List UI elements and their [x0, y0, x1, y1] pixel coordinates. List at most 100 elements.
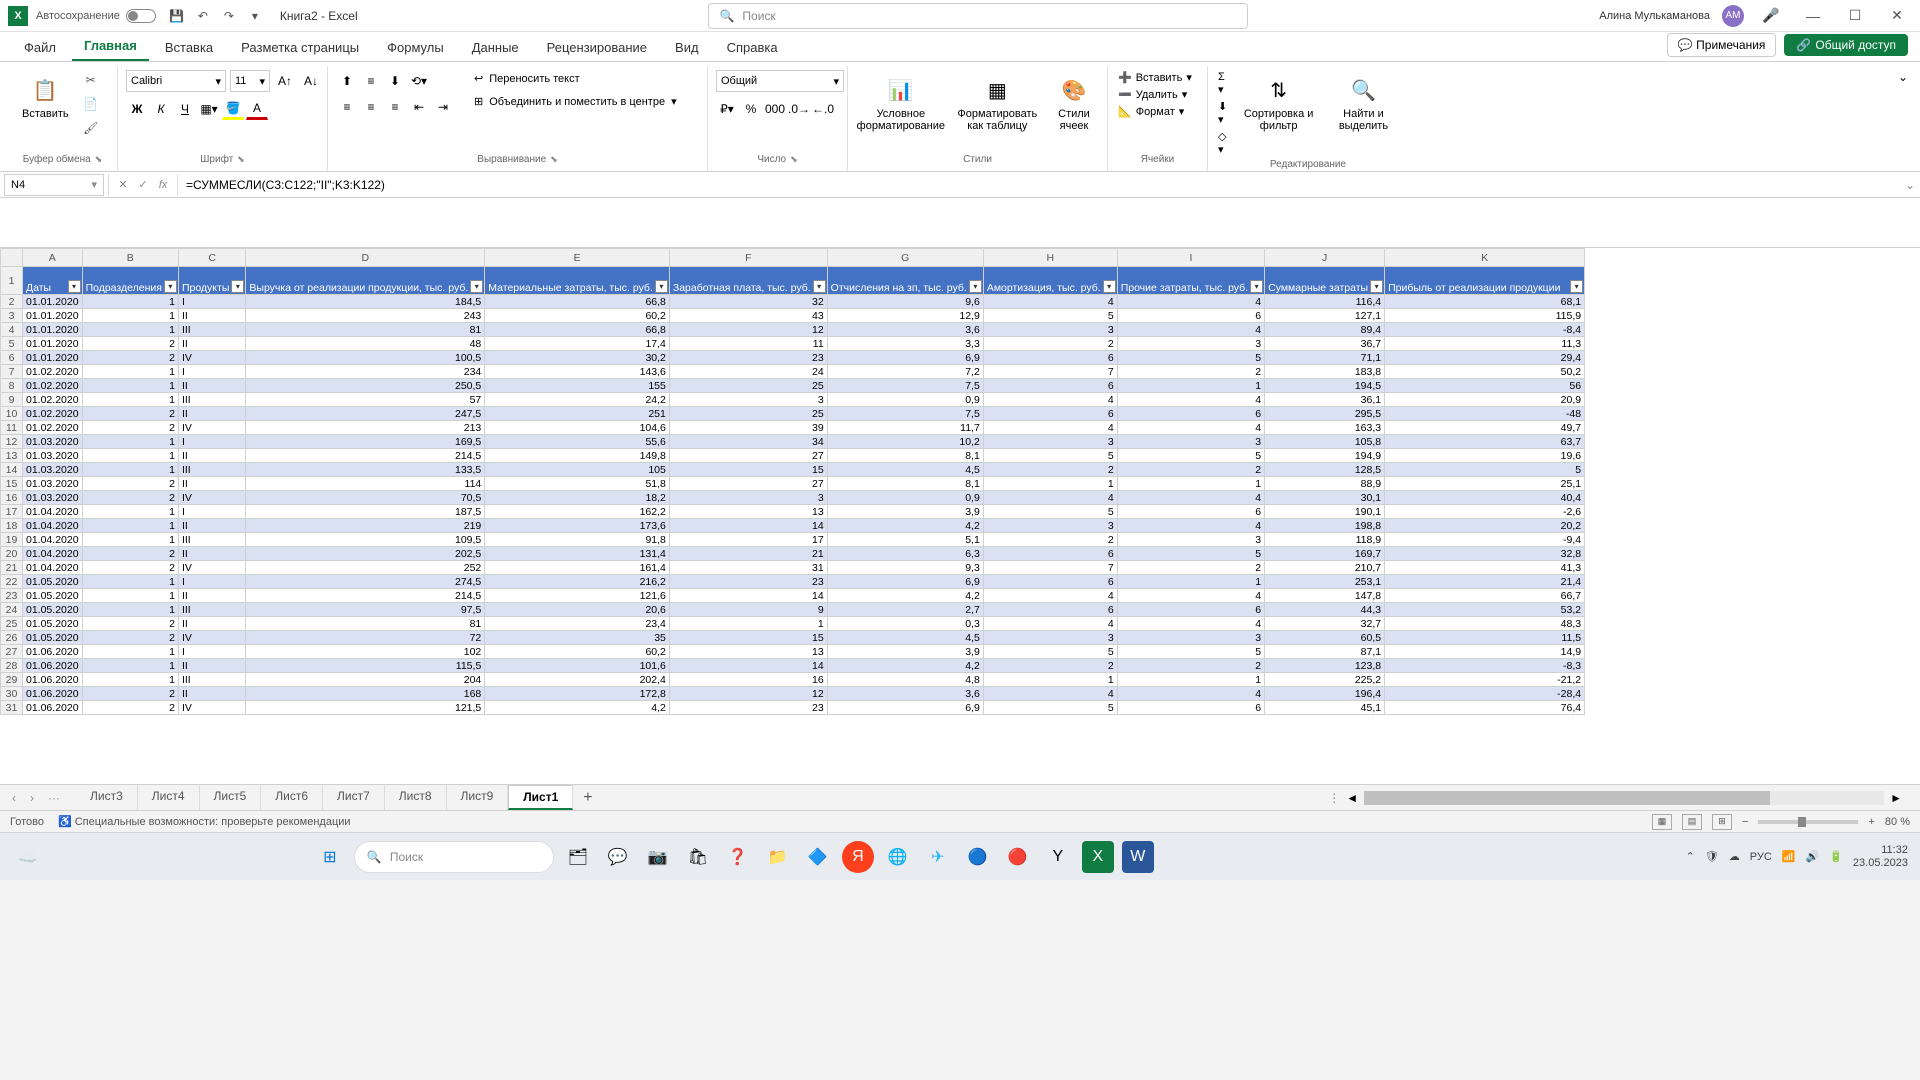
- decrease-decimal-icon[interactable]: ←.0: [812, 98, 834, 120]
- app-icon-1[interactable]: 💬: [602, 841, 634, 873]
- currency-icon[interactable]: ₽▾: [716, 98, 738, 120]
- cell[interactable]: 6: [983, 351, 1117, 365]
- row-header[interactable]: 15: [1, 477, 23, 491]
- row-header[interactable]: 13: [1, 449, 23, 463]
- cell[interactable]: 155: [485, 379, 670, 393]
- filter-icon[interactable]: ▾: [68, 280, 81, 293]
- cell[interactable]: 6,9: [827, 351, 983, 365]
- cell[interactable]: 53,2: [1385, 603, 1585, 617]
- fill-color-button[interactable]: 🪣: [222, 98, 244, 120]
- cell[interactable]: 20,6: [485, 603, 670, 617]
- cell[interactable]: 32,8: [1385, 547, 1585, 561]
- cell[interactable]: 2: [82, 491, 178, 505]
- thousands-icon[interactable]: 000: [764, 98, 786, 120]
- cell[interactable]: 11,7: [827, 421, 983, 435]
- cell[interactable]: 1: [1117, 673, 1264, 687]
- cell[interactable]: 4: [1117, 295, 1264, 309]
- filter-icon[interactable]: ▾: [231, 280, 244, 293]
- app-icon-3[interactable]: 🛍: [682, 841, 714, 873]
- qat-dropdown-icon[interactable]: ▾: [246, 7, 264, 25]
- cell[interactable]: 87,1: [1265, 645, 1385, 659]
- cell[interactable]: 66,8: [485, 295, 670, 309]
- cell[interactable]: 127,1: [1265, 309, 1385, 323]
- cell[interactable]: 14,9: [1385, 645, 1585, 659]
- row-header[interactable]: 12: [1, 435, 23, 449]
- cell[interactable]: 115,5: [246, 659, 485, 673]
- cell[interactable]: 190,1: [1265, 505, 1385, 519]
- cell[interactable]: 01.05.2020: [23, 617, 83, 631]
- cell[interactable]: 2,7: [827, 603, 983, 617]
- cell[interactable]: 213: [246, 421, 485, 435]
- cell[interactable]: 1: [82, 379, 178, 393]
- cell[interactable]: 202,5: [246, 547, 485, 561]
- cell[interactable]: 50,2: [1385, 365, 1585, 379]
- cell[interactable]: 133,5: [246, 463, 485, 477]
- cell[interactable]: 6: [1117, 407, 1264, 421]
- cell[interactable]: 102: [246, 645, 485, 659]
- cell[interactable]: 88,9: [1265, 477, 1385, 491]
- cell[interactable]: 5: [983, 701, 1117, 715]
- cell[interactable]: 9,6: [827, 295, 983, 309]
- cell[interactable]: 12,9: [827, 309, 983, 323]
- filter-icon[interactable]: ▾: [655, 280, 668, 293]
- font-color-button[interactable]: A: [246, 98, 268, 120]
- row-header[interactable]: 26: [1, 631, 23, 645]
- cell[interactable]: 01.05.2020: [23, 603, 83, 617]
- font-size-combo[interactable]: 11▾: [230, 70, 270, 92]
- cell[interactable]: 204: [246, 673, 485, 687]
- cell[interactable]: 12: [669, 687, 827, 701]
- tab-разметка страницы[interactable]: Разметка страницы: [229, 34, 371, 61]
- cell[interactable]: 2: [82, 631, 178, 645]
- cell[interactable]: 5: [1385, 463, 1585, 477]
- hscroll-split-icon[interactable]: ⋮: [1328, 791, 1340, 805]
- cell[interactable]: 01.02.2020: [23, 379, 83, 393]
- row-header[interactable]: 17: [1, 505, 23, 519]
- cell[interactable]: 68,1: [1385, 295, 1585, 309]
- cell[interactable]: 27: [669, 449, 827, 463]
- cell[interactable]: 01.02.2020: [23, 393, 83, 407]
- increase-indent-icon[interactable]: ⇥: [432, 96, 454, 118]
- cell[interactable]: 3: [983, 435, 1117, 449]
- undo-icon[interactable]: ↶: [194, 7, 212, 25]
- cell[interactable]: 4: [1117, 519, 1264, 533]
- cell[interactable]: 198,8: [1265, 519, 1385, 533]
- cell[interactable]: 216,2: [485, 575, 670, 589]
- tray-onedrive-icon[interactable]: ☁: [1729, 850, 1740, 863]
- cell[interactable]: 60,2: [485, 309, 670, 323]
- filter-icon[interactable]: ▾: [1370, 280, 1383, 293]
- weather-widget[interactable]: ☁️: [12, 841, 44, 873]
- cell[interactable]: 1: [1117, 379, 1264, 393]
- cell[interactable]: IV: [178, 631, 245, 645]
- cell[interactable]: 196,4: [1265, 687, 1385, 701]
- hscroll-track[interactable]: [1364, 791, 1884, 805]
- cell[interactable]: 6: [983, 379, 1117, 393]
- cell[interactable]: 81: [246, 323, 485, 337]
- cell[interactable]: 4: [983, 421, 1117, 435]
- filter-icon[interactable]: ▾: [813, 280, 826, 293]
- cell[interactable]: 43: [669, 309, 827, 323]
- cell[interactable]: 23: [669, 575, 827, 589]
- sheet-tab[interactable]: Лист3: [76, 785, 138, 810]
- cell[interactable]: 15: [669, 463, 827, 477]
- cell[interactable]: 3: [983, 631, 1117, 645]
- wrap-text-button[interactable]: ↩Переносить текст: [468, 70, 683, 87]
- cell[interactable]: -8,3: [1385, 659, 1585, 673]
- col-header[interactable]: I: [1117, 249, 1264, 267]
- cell[interactable]: III: [178, 533, 245, 547]
- cell[interactable]: 252: [246, 561, 485, 575]
- cell[interactable]: 143,6: [485, 365, 670, 379]
- cell[interactable]: 5: [983, 505, 1117, 519]
- cell[interactable]: 1: [82, 449, 178, 463]
- cell[interactable]: 0,9: [827, 491, 983, 505]
- row-header[interactable]: 5: [1, 337, 23, 351]
- cell[interactable]: 23: [669, 701, 827, 715]
- filter-icon[interactable]: ▾: [1250, 280, 1263, 293]
- filter-icon[interactable]: ▾: [164, 280, 177, 293]
- name-box[interactable]: N4▾: [4, 174, 104, 196]
- insert-cells-button[interactable]: ➕ Вставить ▾: [1116, 70, 1194, 85]
- cell[interactable]: 63,7: [1385, 435, 1585, 449]
- cell[interactable]: 6,3: [827, 547, 983, 561]
- cell[interactable]: 214,5: [246, 589, 485, 603]
- cell[interactable]: 10,2: [827, 435, 983, 449]
- row-header[interactable]: 9: [1, 393, 23, 407]
